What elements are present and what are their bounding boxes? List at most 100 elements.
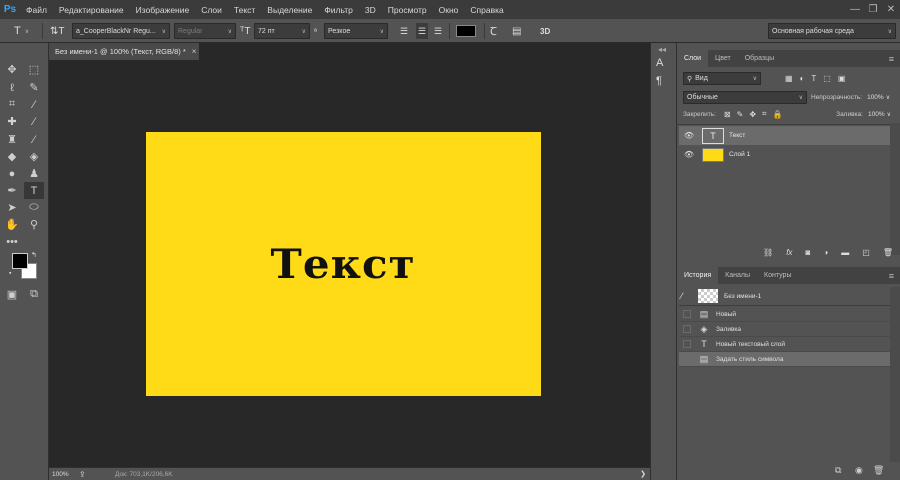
screen-mode-icon[interactable]: ⧉ — [24, 286, 44, 303]
panel-menu-icon[interactable]: ≡ — [882, 50, 900, 67]
filter-shape-icon[interactable]: ⬚ — [823, 74, 831, 83]
new-layer-icon[interactable]: ◰ — [862, 248, 870, 257]
canvas-text-layer[interactable]: Текст — [271, 241, 416, 288]
menu-file[interactable]: Файл — [20, 5, 53, 15]
lock-transparent-icon[interactable]: ⊠ — [724, 110, 731, 119]
character-panel-icon[interactable]: ▤ — [512, 23, 521, 39]
paint-bucket-icon[interactable]: ◈ — [24, 148, 44, 165]
dodge-tool-icon[interactable]: ♟ — [24, 165, 44, 182]
share-icon[interactable]: ⇪ — [79, 470, 115, 479]
tab-history[interactable]: История — [677, 267, 719, 284]
foreground-color-swatch[interactable] — [12, 253, 28, 269]
menu-filter[interactable]: Фильтр — [318, 5, 359, 15]
swap-colors-icon[interactable]: ↰ — [31, 251, 37, 259]
character-panel-icon[interactable]: A — [656, 57, 663, 69]
layer-row-text[interactable]: 👁 T Текст — [679, 126, 891, 145]
tab-swatches[interactable]: Образцы — [738, 50, 781, 67]
history-item[interactable]: ▤ Новый — [679, 307, 891, 322]
lasso-tool-icon[interactable]: ℓ — [2, 79, 22, 96]
default-colors-icon[interactable]: ▪ — [9, 270, 11, 277]
layer-row-layer1[interactable]: 👁 Слой 1 — [679, 145, 891, 164]
history-checkbox[interactable] — [683, 310, 691, 318]
text-orientation-toggle-icon[interactable]: ⇅T — [50, 23, 65, 39]
font-size-select[interactable]: 72 пт ∨ — [254, 23, 310, 39]
link-icon[interactable]: ⛓ — [763, 248, 773, 257]
app-logo[interactable]: Ps — [0, 0, 20, 19]
menu-select[interactable]: Выделение — [261, 5, 318, 15]
eraser-tool-icon[interactable]: ◆ — [2, 148, 22, 165]
blend-mode-select[interactable]: Обычные ∨ — [683, 91, 807, 104]
menu-3d[interactable]: 3D — [359, 5, 382, 15]
zoom-tool-icon[interactable]: ⚲ — [24, 216, 44, 233]
history-checkbox[interactable] — [683, 340, 691, 348]
visibility-eye-icon[interactable]: 👁 — [682, 150, 696, 159]
warp-text-icon[interactable]: Ꞇ — [490, 23, 497, 39]
menu-window[interactable]: Окно — [433, 5, 465, 15]
filter-type-icon[interactable]: T — [811, 74, 816, 83]
eyedropper-tool-icon[interactable]: ⁄ — [24, 96, 44, 113]
lock-pixels-icon[interactable]: ✎ — [737, 110, 744, 119]
new-document-from-state-icon[interactable]: ⧉ — [835, 465, 841, 476]
ellipse-tool-icon[interactable]: ⬭ — [24, 199, 44, 216]
workspace-select[interactable]: Основная рабочая среда ∨ — [768, 23, 896, 39]
history-item[interactable]: ◈ Заливка — [679, 322, 891, 337]
filter-pixel-icon[interactable]: ▦ — [785, 74, 793, 83]
opacity-value[interactable]: 100% — [867, 94, 884, 101]
pen-tool-icon[interactable]: ✒ — [2, 182, 22, 199]
history-checkbox[interactable] — [683, 325, 691, 333]
close-window-button[interactable]: ✕ — [882, 0, 900, 19]
canvas[interactable]: Текст — [146, 132, 541, 396]
collapse-icon[interactable]: ◂◂ — [658, 45, 666, 54]
history-snapshot[interactable]: ⁄ Без имени-1 — [679, 287, 891, 306]
quick-select-tool-icon[interactable]: ✎ — [24, 79, 44, 96]
fill-value[interactable]: 100% — [868, 111, 885, 118]
tab-paths[interactable]: Контуры — [757, 267, 798, 284]
marquee-tool-icon[interactable]: ⬚ — [24, 61, 44, 78]
menu-type[interactable]: Текст — [228, 5, 261, 15]
adjustment-icon[interactable]: ◑ — [823, 248, 828, 257]
tab-color[interactable]: Цвет — [708, 50, 738, 67]
layer-filter-select[interactable]: ⚲ Вид ∨ — [683, 72, 761, 85]
font-style-select[interactable]: Regular ∨ — [174, 23, 236, 39]
menu-view[interactable]: Просмотр — [382, 5, 433, 15]
quick-mask-icon[interactable]: ▣ — [2, 286, 22, 303]
history-checkbox[interactable] — [683, 355, 691, 363]
tool-preset-picker[interactable]: T ∨ — [14, 23, 29, 39]
camera-icon[interactable]: ◉ — [855, 465, 863, 476]
more-tools-icon[interactable]: ••• — [2, 233, 22, 250]
text-color-swatch[interactable] — [456, 25, 476, 37]
menu-edit[interactable]: Редактирование — [53, 5, 130, 15]
history-item[interactable]: T Новый текстовый слой — [679, 337, 891, 352]
healing-brush-icon[interactable]: ✚ — [2, 113, 22, 130]
lock-artboard-icon[interactable]: ⌗ — [762, 109, 767, 119]
menu-help[interactable]: Справка — [464, 5, 509, 15]
folder-icon[interactable]: ▬ — [841, 248, 849, 257]
tab-channels[interactable]: Каналы — [718, 267, 757, 284]
menu-layers[interactable]: Слои — [195, 5, 228, 15]
blur-tool-icon[interactable]: ● — [2, 165, 22, 182]
move-tool-icon[interactable]: ✥ — [2, 61, 22, 78]
doc-info[interactable]: Док: 703,1K/206,6K — [115, 471, 173, 478]
paragraph-panel-icon[interactable]: ¶ — [656, 75, 662, 87]
history-menu-icon[interactable]: ≡ — [882, 267, 900, 284]
minimize-button[interactable]: — — [846, 0, 864, 19]
path-select-icon[interactable]: ➤ — [2, 199, 22, 216]
tab-layers[interactable]: Слои — [677, 50, 709, 67]
crop-tool-icon[interactable]: ⌗ — [2, 96, 22, 113]
antialias-select[interactable]: Резкое ∨ — [324, 23, 388, 39]
fx-icon[interactable]: fx — [786, 248, 792, 257]
history-item-selected[interactable]: ▤ Задать стиль символа — [679, 352, 891, 367]
clone-stamp-icon[interactable]: ♜ — [2, 131, 22, 148]
brush-tool-icon[interactable]: ⁄ — [24, 113, 44, 130]
document-tab[interactable]: Без имени-1 @ 100% (Текст, RGB/8) * × — [49, 43, 199, 60]
zoom-level[interactable]: 100% — [49, 471, 79, 478]
mask-icon[interactable]: ◙ — [805, 248, 810, 257]
trash-icon[interactable]: 🗑 — [873, 465, 884, 476]
status-arrow-icon[interactable]: ❯ — [640, 470, 646, 478]
close-tab-icon[interactable]: × — [192, 47, 197, 56]
align-right-icon[interactable]: ☰ — [434, 23, 442, 39]
font-family-select[interactable]: a_CooperBlackNr Regu... ∨ — [72, 23, 170, 39]
filter-smart-icon[interactable]: ▣ — [838, 74, 846, 83]
menu-image[interactable]: Изображение — [130, 5, 196, 15]
align-left-icon[interactable]: ☰ — [400, 23, 408, 39]
